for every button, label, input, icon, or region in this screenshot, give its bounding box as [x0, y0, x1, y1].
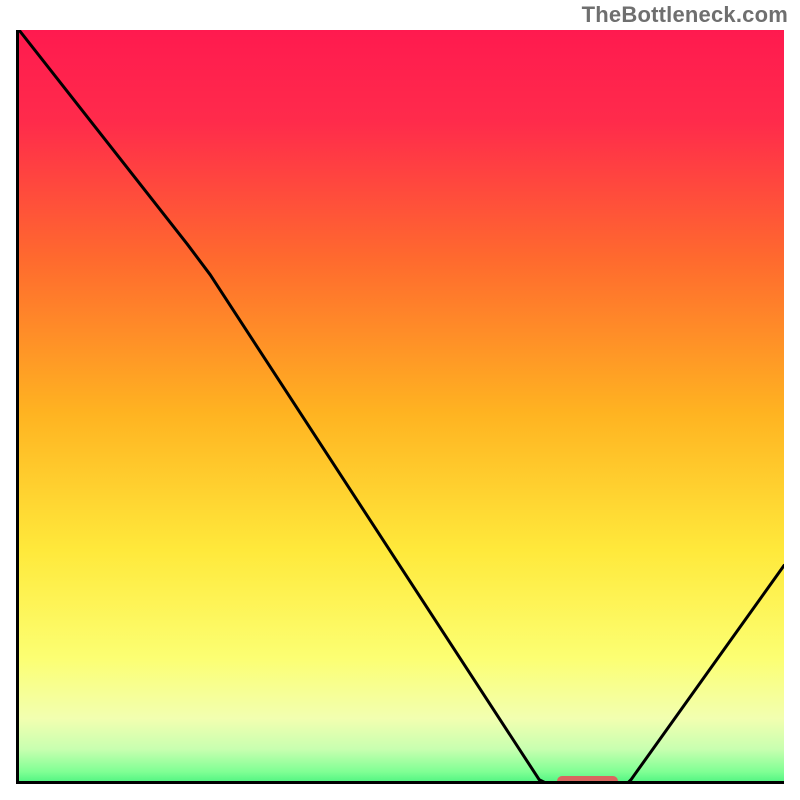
watermark-text: TheBottleneck.com: [582, 2, 788, 28]
chart-stage: TheBottleneck.com: [0, 0, 800, 800]
optimum-marker: [557, 776, 618, 784]
chart-plot-area: [16, 30, 784, 784]
chart-background-gradient: [19, 30, 784, 784]
